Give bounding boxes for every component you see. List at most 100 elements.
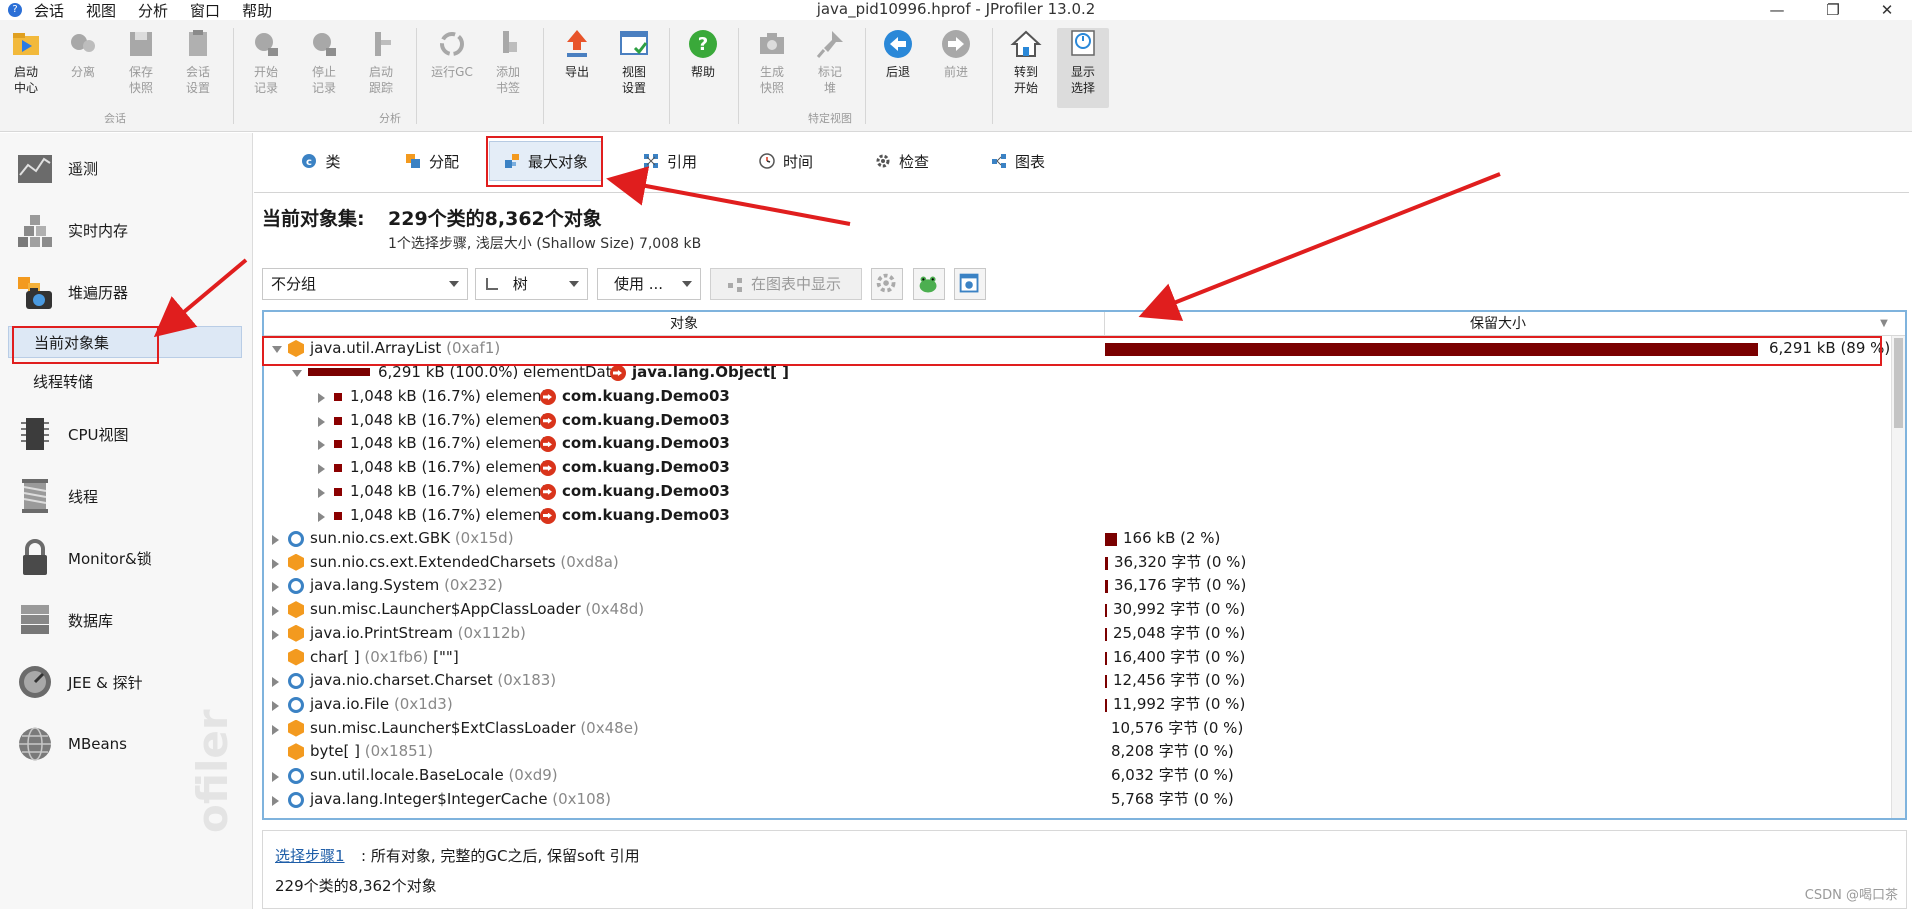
detach-button[interactable]: 分离 [57, 28, 109, 108]
sidebar-item-heap-walker[interactable]: 堆遍历器 [0, 265, 253, 319]
expand-arrow-icon[interactable] [318, 511, 325, 522]
expand-arrow-icon[interactable] [272, 700, 279, 711]
table-row[interactable]: 1,048 kB (16.7%) element com.kuang.Demo03 [264, 480, 1905, 504]
table-row[interactable]: char[ ] (0x1fb6) [""] 16,400 字节 (0 %) [264, 646, 1905, 670]
table-row-element-data[interactable]: 6,291 kB (100.0%) elementData java.lang.… [264, 361, 1905, 385]
sidebar-item-cpu[interactable]: CPU视图 [0, 407, 253, 461]
expand-arrow-icon[interactable] [318, 487, 325, 498]
run-gc-button[interactable]: 运行GC [424, 28, 480, 108]
table-row[interactable]: java.io.PrintStream (0x112b) 25,048 字节 (0… [264, 622, 1905, 646]
menu-view[interactable]: 视图 [86, 0, 116, 21]
menu-window[interactable]: 窗口 [190, 0, 220, 21]
expand-arrow-icon[interactable] [272, 795, 279, 806]
object-icon [288, 624, 304, 642]
expand-arrow-icon[interactable] [272, 558, 279, 569]
show-in-graph-button[interactable]: 在图表中显示 [710, 268, 862, 300]
stop-recording-button[interactable]: 停止 记录 [298, 28, 350, 108]
table-row[interactable]: byte[ ] (0x1851) 8,208 字节 (0 %) [264, 740, 1905, 764]
close-icon[interactable]: ✕ [1862, 0, 1912, 20]
table-row[interactable]: sun.nio.cs.ext.ExtendedCharsets (0xd8a) 3… [264, 551, 1905, 575]
table-row[interactable]: 1,048 kB (16.7%) element com.kuang.Demo03 [264, 385, 1905, 409]
tab-time[interactable]: 时间 [736, 141, 836, 181]
table-row[interactable]: 1,048 kB (16.7%) element com.kuang.Demo03 [264, 409, 1905, 433]
expand-arrow-icon[interactable] [272, 677, 279, 688]
start-tracking-button[interactable]: 启动 跟踪 [355, 28, 407, 108]
tab-inspect[interactable]: 检查 [852, 141, 952, 181]
expand-arrow-icon[interactable] [318, 464, 325, 475]
start-recording-button[interactable]: 开始 记录 [240, 28, 292, 108]
info-button[interactable] [954, 268, 986, 300]
show-selection-button[interactable]: 显示 选择 [1057, 28, 1109, 108]
expand-arrow-icon[interactable] [272, 772, 279, 782]
maximize-icon[interactable]: ❐ [1808, 0, 1858, 20]
minimize-icon[interactable]: — [1752, 0, 1802, 20]
expand-arrow-icon[interactable] [318, 440, 325, 451]
expand-arrow-icon[interactable] [272, 606, 279, 617]
expand-arrow-icon[interactable] [272, 346, 282, 353]
view-mode-select[interactable]: 树 [475, 268, 588, 300]
menu-analyze[interactable]: 分析 [138, 0, 168, 21]
expand-arrow-icon[interactable] [272, 629, 279, 640]
tab-classes[interactable]: c 类 [276, 141, 366, 181]
selection-step-link[interactable]: 选择步骤1 [275, 845, 345, 866]
expand-arrow-icon[interactable] [272, 724, 279, 735]
sidebar-item-threads[interactable]: 线程 [0, 469, 253, 523]
table-row[interactable]: sun.nio.cs.ext.GBK (0x15d) 166 kB (2 %) [264, 527, 1905, 551]
biggest-objects-tree[interactable]: 对象 保留大小 ▼ java.util.ArrayList (0xaf1) 6,… [262, 310, 1907, 820]
reference-arrow-icon [610, 365, 626, 381]
settings-button[interactable] [871, 268, 903, 300]
sidebar-subitem-current-object-set[interactable]: 当前对象集 [8, 326, 242, 358]
go-to-start-button[interactable]: 转到 开始 [1000, 28, 1052, 108]
session-settings-button[interactable]: 会话 设置 [172, 28, 224, 108]
use-dropdown[interactable]: 使用 ... [597, 268, 701, 300]
sidebar-item-monitor-lock[interactable]: Monitor&锁 [0, 531, 253, 585]
size-marker-icon [334, 511, 342, 520]
expand-arrow-icon[interactable] [292, 370, 302, 377]
retained-size-bar [1105, 580, 1108, 594]
sidebar-item-jee-probes[interactable]: JEE & 探针 [0, 655, 253, 709]
table-row[interactable]: sun.misc.Launcher$AppClassLoader (0x48d)… [264, 598, 1905, 622]
sidebar-item-live-memory[interactable]: 实时内存 [0, 203, 253, 257]
tab-allocation[interactable]: 分配 [382, 141, 482, 181]
scrollbar-thumb[interactable] [1894, 338, 1903, 428]
help-button[interactable]: ? 帮助 [677, 28, 729, 108]
menu-help[interactable]: 帮助 [242, 0, 272, 21]
menu-session[interactable]: 会话 [34, 0, 64, 21]
view-settings-button[interactable]: 视图 设置 [608, 28, 660, 108]
tab-biggest-objects[interactable]: 最大对象 [489, 141, 603, 181]
expand-arrow-icon[interactable] [272, 535, 279, 545]
table-row[interactable]: sun.misc.Launcher$ExtClassLoader (0x48e)… [264, 717, 1905, 741]
snapshot-button[interactable]: 生成 快照 [746, 28, 798, 108]
table-row[interactable]: sun.util.locale.BaseLocale (0xd9) 6,032 字… [264, 764, 1905, 788]
table-row-root[interactable]: java.util.ArrayList (0xaf1) 6,291 kB (89… [264, 337, 1905, 361]
table-row[interactable]: java.nio.charset.Charset (0x183) 12,456 字… [264, 669, 1905, 693]
vertical-scrollbar[interactable] [1891, 336, 1905, 818]
snapshot-compare-button[interactable] [913, 268, 945, 300]
column-header-retained-size[interactable]: 保留大小 [1105, 312, 1891, 336]
export-button[interactable]: 导出 [551, 28, 603, 108]
expand-arrow-icon[interactable] [318, 416, 325, 427]
tab-graph[interactable]: 图表 [968, 141, 1068, 181]
grouping-select[interactable]: 不分组 [262, 268, 468, 300]
forward-button[interactable]: 前进 [930, 28, 982, 108]
back-button[interactable]: 后退 [872, 28, 924, 108]
table-row[interactable]: java.lang.System (0x232) 36,176 字节 (0 %) [264, 574, 1905, 598]
class-object-icon [288, 696, 304, 713]
column-header-object[interactable]: 对象 [264, 312, 1104, 336]
add-bookmark-label: 添加 书签 [495, 65, 520, 95]
add-bookmark-button[interactable]: 添加 书签 [482, 28, 534, 108]
sidebar-subitem-thread-dump[interactable]: 线程转储 [8, 366, 242, 398]
table-row[interactable]: 1,048 kB (16.7%) element com.kuang.Demo03 [264, 504, 1905, 528]
save-snapshot-button[interactable]: 保存 快照 [115, 28, 167, 108]
table-row[interactable]: 1,048 kB (16.7%) element com.kuang.Demo03 [264, 456, 1905, 480]
sidebar-item-database[interactable]: 数据库 [0, 593, 253, 647]
sidebar-item-telemetry[interactable]: 遥测 [0, 141, 253, 195]
launch-center-button[interactable]: 启动 中心 [0, 28, 52, 108]
tab-references[interactable]: 引用 [620, 141, 720, 181]
table-row[interactable]: 1,048 kB (16.7%) element com.kuang.Demo03 [264, 432, 1905, 456]
table-row[interactable]: java.io.File (0x1d3) 11,992 字节 (0 %) [264, 693, 1905, 717]
table-row[interactable]: java.lang.Integer$IntegerCache (0x108) 5,… [264, 788, 1905, 812]
mark-heap-button[interactable]: 标记 堆 [804, 28, 856, 108]
expand-arrow-icon[interactable] [318, 393, 325, 403]
expand-arrow-icon[interactable] [272, 582, 279, 593]
